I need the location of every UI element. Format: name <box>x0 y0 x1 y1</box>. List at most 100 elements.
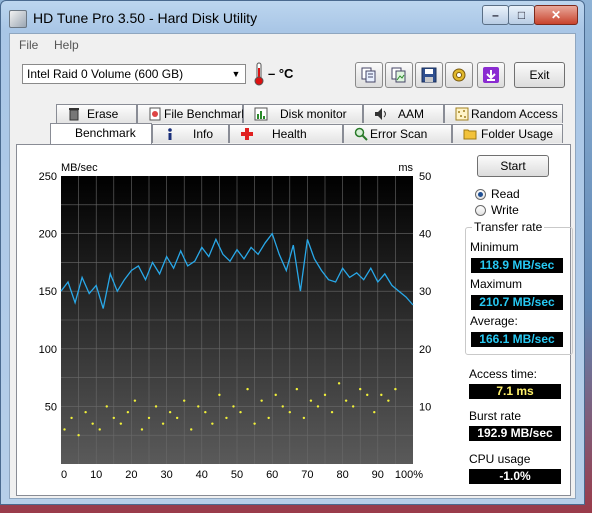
average-label: Average: <box>470 314 518 328</box>
tab-info[interactable]: Info <box>152 124 229 143</box>
access-time-point <box>337 382 341 385</box>
access-time-point <box>246 387 249 391</box>
transfer-rate-group: Transfer rate Minimum 118.9 MB/sec Maxim… <box>465 220 573 355</box>
burst-rate-label: Burst rate <box>469 409 522 423</box>
access-time-point <box>105 405 108 408</box>
x-tick: 20 <box>125 469 137 481</box>
tab-error-scan[interactable]: Error Scan <box>343 124 452 143</box>
save-icon <box>421 67 437 83</box>
y-tick-right: 10 <box>419 401 431 413</box>
access-time-point <box>260 399 263 402</box>
y-tick-right: 20 <box>419 344 431 356</box>
access-time-point <box>288 410 291 414</box>
access-time-point <box>394 387 397 391</box>
access-time-point <box>63 428 66 431</box>
minimize-button[interactable]: – <box>482 5 509 25</box>
access-time-point <box>316 405 320 408</box>
menu-file[interactable]: File <box>19 38 38 52</box>
read-radio[interactable]: Read <box>475 187 565 203</box>
y-tick-right: 50 <box>419 171 431 183</box>
y-tick-left: 100 <box>39 344 57 356</box>
tab-aam[interactable]: AAM <box>363 104 444 123</box>
start-button[interactable]: Start <box>477 155 549 177</box>
magnifier-icon <box>354 127 368 141</box>
tab-random-access[interactable]: Random Access <box>444 104 563 123</box>
y-tick-left: 50 <box>45 401 57 413</box>
close-icon: ✕ <box>550 8 562 22</box>
exit-button[interactable]: Exit <box>514 62 565 88</box>
tab-label: Erase <box>87 107 119 121</box>
download-button[interactable] <box>477 62 505 88</box>
x-tick: 90 <box>372 469 384 481</box>
access-time-point <box>274 393 277 397</box>
app-window: HD Tune Pro 3.50 - Hard Disk Utility – □… <box>0 0 585 505</box>
menu-bar: File Help <box>10 34 575 56</box>
chart-grid <box>61 176 413 464</box>
access-time-point <box>323 393 327 397</box>
access-time-point <box>309 399 313 402</box>
y-tick-left: 250 <box>39 171 57 183</box>
window-title: HD Tune Pro 3.50 - Hard Disk Utility <box>33 10 258 26</box>
health-cross-icon <box>241 128 253 140</box>
tab-file-benchmark[interactable]: File Benchmark <box>137 104 247 123</box>
write-radio[interactable]: Write <box>475 203 565 219</box>
x-tick: 10 <box>90 469 102 481</box>
maximum-value: 210.7 MB/sec <box>471 295 563 310</box>
tab-label: Disk monitor <box>280 107 347 121</box>
copy-text-button[interactable] <box>355 62 383 88</box>
maximize-button[interactable]: □ <box>508 5 535 25</box>
title-bar[interactable]: HD Tune Pro 3.50 - Hard Disk Utility – □… <box>1 1 584 33</box>
tab-disk-monitor[interactable]: Disk monitor <box>243 104 363 123</box>
access-time-point <box>197 405 200 408</box>
access-time-point <box>98 428 101 431</box>
temperature-readout: – °C <box>268 66 294 81</box>
file-benchmark-icon <box>149 107 161 121</box>
access-time-point <box>225 416 228 420</box>
access-time-point <box>359 387 362 391</box>
y-tick-left: 150 <box>39 286 57 298</box>
copy-image-button[interactable] <box>385 62 413 88</box>
access-time-point <box>183 399 186 402</box>
toolbar: Intel Raid 0 Volume (600 GB) ▼ – °C Exit <box>10 56 575 96</box>
access-time-point <box>302 416 306 420</box>
chevron-down-icon: ▼ <box>231 69 241 79</box>
access-time-point <box>84 410 87 414</box>
x-tick: 60 <box>266 469 278 481</box>
x-tick: 100% <box>395 469 423 481</box>
client-area: File Help Intel Raid 0 Volume (600 GB) ▼… <box>9 33 576 499</box>
menu-help[interactable]: Help <box>54 38 79 52</box>
close-button[interactable]: ✕ <box>534 5 578 25</box>
options-icon <box>452 68 466 82</box>
app-icon <box>9 10 27 28</box>
save-button[interactable] <box>415 62 443 88</box>
access-time-value: 7.1 ms <box>469 384 561 399</box>
access-time-point <box>351 405 355 408</box>
trash-icon <box>69 108 79 121</box>
drive-select[interactable]: Intel Raid 0 Volume (600 GB) ▼ <box>22 64 246 84</box>
group-title: Transfer rate <box>472 220 545 234</box>
x-tick: 70 <box>301 469 313 481</box>
tab-folder-usage[interactable]: Folder Usage <box>452 124 563 143</box>
disk-monitor-icon <box>254 107 268 121</box>
tab-label: AAM <box>398 107 425 121</box>
access-time-point <box>175 416 179 420</box>
benchmark-panel: MB/sec ms 250 200 150 100 50 50 40 30 20 10 0 10 20 3… <box>16 144 573 496</box>
info-icon <box>168 128 172 140</box>
access-time-point <box>239 410 242 414</box>
download-icon <box>483 67 499 83</box>
access-time-point <box>133 399 137 402</box>
options-button[interactable] <box>445 62 473 88</box>
tab-erase[interactable]: Erase <box>56 104 137 123</box>
access-time-point <box>70 416 73 420</box>
access-time-point <box>267 416 270 420</box>
access-time-point <box>91 422 94 425</box>
radio-checked-icon <box>475 189 486 200</box>
access-time-point <box>211 422 214 425</box>
left-axis-unit: MB/sec <box>61 162 98 174</box>
right-axis-unit: ms <box>398 162 413 174</box>
tab-health[interactable]: Health <box>229 124 343 143</box>
access-time-point <box>344 399 348 402</box>
maximum-label: Maximum <box>470 277 523 291</box>
tab-benchmark[interactable]: Benchmark <box>50 123 152 144</box>
access-time-point <box>253 422 256 425</box>
